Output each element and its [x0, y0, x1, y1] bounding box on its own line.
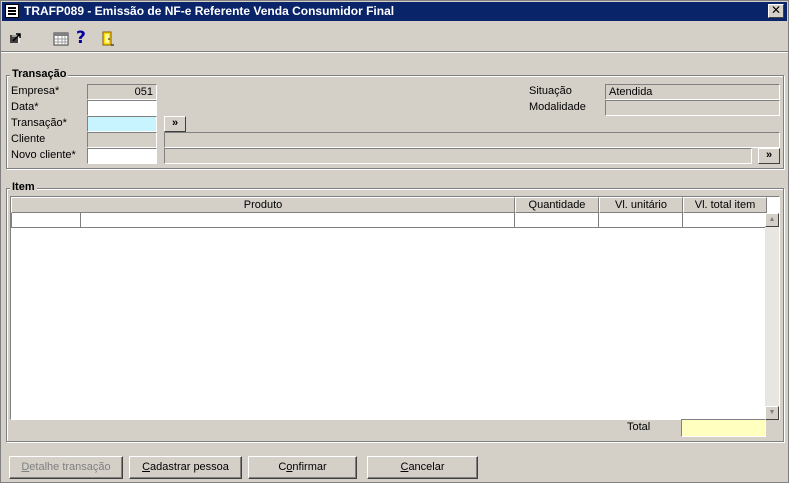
grid-cell-produto[interactable] — [81, 213, 515, 228]
situacao-label: Situação — [529, 85, 572, 97]
help-icon[interactable]: ? — [76, 28, 92, 48]
col-header-produto[interactable]: Produto — [11, 197, 515, 213]
novo-cliente-name-field[interactable] — [164, 148, 752, 164]
grid-cell-vl-unitario[interactable] — [599, 213, 683, 228]
scroll-down-icon[interactable]: ▼ — [765, 406, 779, 420]
novo-cliente-lookup-button[interactable]: » — [758, 148, 780, 164]
empresa-field[interactable]: 051 — [87, 84, 157, 100]
modalidade-field[interactable] — [605, 100, 780, 116]
col-header-vl-unitario[interactable]: Vl. unitário — [599, 197, 683, 213]
novo-cliente-code-field[interactable] — [87, 148, 157, 164]
cadastrar-label: adastrar pessoa — [150, 461, 229, 473]
cancelar-button[interactable]: Cancelar — [367, 456, 478, 479]
col-header-vl-total-item[interactable]: Vl. total item — [683, 197, 767, 213]
toolbar: ? — [2, 25, 787, 51]
col-header-quantidade[interactable]: Quantidade — [515, 197, 599, 213]
cadastrar-pessoa-button[interactable]: Cadastrar pessoa — [129, 456, 242, 479]
confirmar-button[interactable]: Confirmar — [248, 456, 357, 479]
item-grid[interactable]: Produto Quantidade Vl. unitário Vl. tota… — [10, 196, 780, 420]
title-bar[interactable]: TRAFP089 - Emissão de NF-e Referente Ven… — [2, 2, 787, 21]
item-legend: Item — [10, 181, 37, 193]
grid-cell-vl-total-item[interactable] — [683, 213, 767, 228]
app-icon — [5, 4, 19, 18]
situacao-field[interactable]: Atendida — [605, 84, 780, 100]
transacao-legend: Transação — [10, 68, 69, 80]
window-title: TRAFP089 - Emissão de NF-e Referente Ven… — [24, 4, 395, 18]
data-label: Data* — [11, 101, 39, 113]
transacao-lookup-button[interactable]: » — [164, 116, 186, 132]
grid-cell-quantidade[interactable] — [515, 213, 599, 228]
cadastrar-accel: C — [142, 461, 151, 473]
cliente-label: Cliente — [11, 133, 46, 145]
cliente-code-field[interactable] — [87, 132, 157, 148]
modalidade-label: Modalidade — [529, 101, 586, 113]
transacao-field[interactable] — [87, 116, 157, 132]
main-window: TRAFP089 - Emissão de NF-e Referente Ven… — [0, 0, 789, 483]
total-field[interactable] — [681, 419, 766, 437]
close-icon[interactable]: ✕ — [768, 4, 784, 18]
exit-arrow-icon[interactable] — [8, 31, 24, 47]
confirmar-label: nfirmar — [292, 461, 327, 473]
novo-cliente-label: Novo cliente* — [11, 149, 76, 161]
empresa-label: Empresa* — [11, 85, 60, 97]
grid-cell-selector[interactable] — [11, 213, 81, 228]
data-field[interactable] — [87, 100, 157, 116]
scroll-up-icon[interactable]: ▲ — [765, 213, 779, 227]
detalhe-transacao-button[interactable]: Detalhe transação — [9, 456, 123, 479]
transacao-label: Transação* — [11, 117, 67, 129]
calendar-icon[interactable] — [53, 31, 69, 47]
cliente-name-field[interactable] — [164, 132, 780, 148]
door-exit-icon[interactable] — [100, 31, 116, 47]
detalhe-label: etalhe transação — [29, 461, 111, 473]
grid-vertical-scrollbar[interactable]: ▲ ▼ — [765, 213, 779, 420]
cancelar-label: ancelar — [408, 461, 445, 473]
total-label: Total — [627, 421, 651, 433]
toolbar-separator — [1, 51, 788, 53]
